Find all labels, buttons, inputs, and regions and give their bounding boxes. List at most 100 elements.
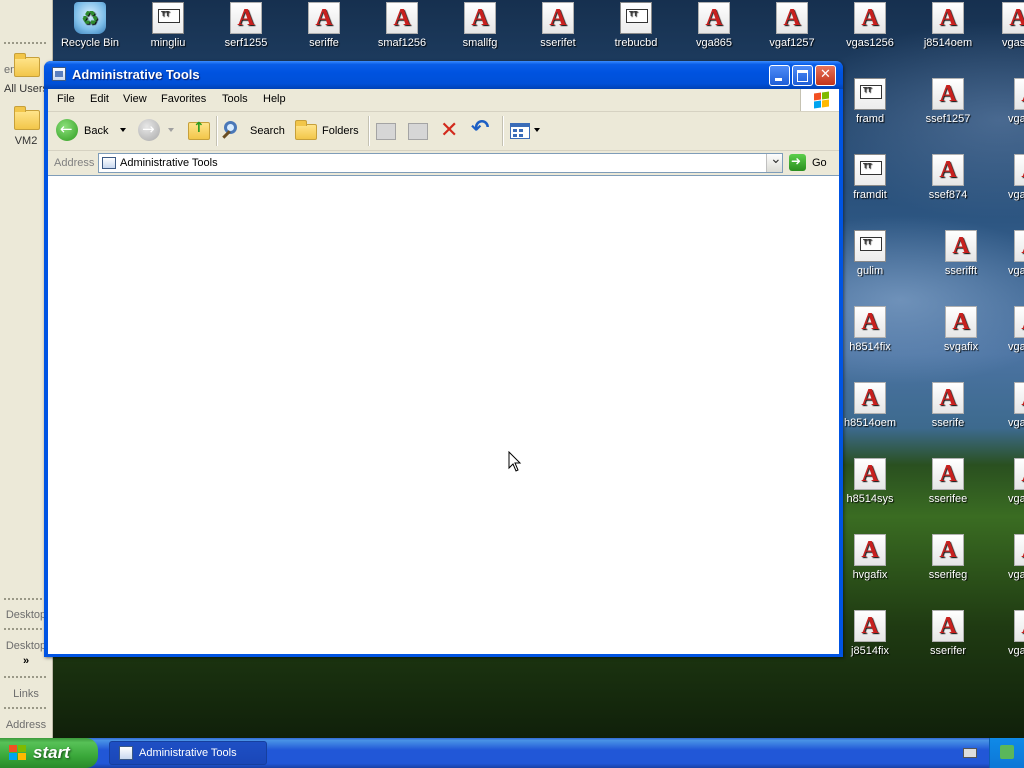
address-bar: Address Administrative Tools Go	[48, 151, 839, 175]
title-bar[interactable]: Administrative Tools ✕	[44, 61, 843, 89]
maximize-button[interactable]	[792, 65, 813, 86]
desktop-icon-j8514oem[interactable]: j8514oem	[909, 2, 987, 62]
control-panel-icon[interactable]	[52, 67, 66, 81]
folder-content-pane[interactable]	[48, 175, 839, 654]
truetype-font-icon	[854, 154, 886, 186]
font-file-icon	[932, 2, 964, 34]
desktop-icon-sserifee[interactable]: sserifee	[909, 458, 987, 518]
back-button[interactable]: ← Back	[56, 118, 126, 144]
desktop-icon-smallfg[interactable]: smallfg	[441, 2, 519, 62]
chevron-down-icon[interactable]	[168, 128, 174, 132]
menu-edit[interactable]: Edit	[90, 93, 109, 105]
windows-logo-icon	[9, 745, 27, 761]
desktop-icon-sserife[interactable]: sserife	[909, 382, 987, 442]
font-file-icon	[945, 230, 977, 262]
menu-favorites[interactable]: Favorites	[161, 93, 206, 105]
desktop-icon-vga-8[interactable]: vga	[1000, 610, 1024, 670]
forward-button[interactable]: →	[138, 118, 178, 144]
desktop-icon-sserifeg[interactable]: sserifeg	[909, 534, 987, 594]
search-button[interactable]: Search	[222, 118, 286, 144]
desktop-icon-vga-4[interactable]: vga	[1000, 306, 1024, 366]
desktop-icon-seriffe[interactable]: seriffe	[285, 2, 363, 62]
delete-icon: ✕	[440, 118, 459, 143]
folders-button[interactable]: Folders	[294, 118, 360, 144]
toolbar-grip[interactable]	[4, 707, 46, 709]
desktop-icon-svgafix[interactable]: svgafix	[922, 306, 1000, 366]
font-file-icon	[1014, 458, 1024, 490]
toolbar-separator	[368, 116, 370, 146]
desktop-icon-vga865[interactable]: vga865	[675, 2, 753, 62]
font-file-icon	[464, 2, 496, 34]
font-file-icon	[1014, 610, 1024, 642]
folder-icon[interactable]	[14, 106, 40, 130]
desktop-icon-vga-6[interactable]: vga	[1000, 458, 1024, 518]
address-toolbar-label[interactable]: Address	[0, 719, 52, 731]
desktop-icon-vga-5[interactable]: vga	[1000, 382, 1024, 442]
desktop-icon-serf1255[interactable]: serf1255	[207, 2, 285, 62]
font-file-icon	[542, 2, 574, 34]
desktop-icon-vgaf1257[interactable]: vgaf1257	[753, 2, 831, 62]
views-button[interactable]	[508, 118, 544, 144]
font-file-icon	[230, 2, 262, 34]
desktop-icon-ssef874[interactable]: ssef874	[909, 154, 987, 214]
folders-icon	[295, 120, 317, 140]
desktop-icon-vga-2[interactable]: vga	[1000, 154, 1024, 214]
forward-arrow-icon: →	[138, 119, 160, 141]
desktop-icon-vga-1[interactable]: vga	[1000, 78, 1024, 138]
up-folder-button[interactable]: ↑	[186, 118, 212, 144]
address-dropdown-button[interactable]	[766, 151, 782, 172]
truetype-font-icon	[620, 2, 652, 34]
links-toolbar-label[interactable]: Links	[0, 688, 52, 700]
font-file-icon	[932, 458, 964, 490]
delete-button[interactable]: ✕	[438, 118, 464, 144]
go-button[interactable]: Go	[789, 153, 833, 173]
font-file-icon	[1014, 534, 1024, 566]
network-icon[interactable]	[1000, 745, 1014, 759]
menu-tools[interactable]: Tools	[222, 93, 248, 105]
keyboard-icon[interactable]	[963, 748, 977, 758]
minimize-icon	[775, 78, 782, 81]
control-panel-icon	[102, 157, 116, 169]
close-button[interactable]: ✕	[815, 65, 836, 86]
desktop-icon-vgas1256[interactable]: vgas1256	[831, 2, 909, 62]
font-file-icon	[308, 2, 340, 34]
desktop-icon-smaf1256[interactable]: smaf1256	[363, 2, 441, 62]
address-label: Address	[54, 157, 95, 169]
menu-view[interactable]: View	[123, 93, 147, 105]
desktop-icon-sserifft[interactable]: sserifft	[922, 230, 1000, 290]
toolbar-grip[interactable]	[4, 676, 46, 678]
desktop-icon-sserifet[interactable]: sserifet	[519, 2, 597, 62]
menu-file[interactable]: File	[57, 93, 75, 105]
start-button[interactable]: start	[0, 738, 98, 768]
address-input[interactable]: Administrative Tools	[98, 151, 783, 173]
chevron-down-icon[interactable]	[120, 128, 126, 132]
desktop-icon-ssef1257[interactable]: ssef1257	[909, 78, 987, 138]
font-file-icon	[932, 382, 964, 414]
truetype-font-icon	[854, 78, 886, 110]
toolbar-grip[interactable]	[4, 628, 46, 630]
font-file-icon	[854, 610, 886, 642]
desktop-icon-sserifer[interactable]: sserifer	[909, 610, 987, 670]
folder-icon[interactable]	[14, 53, 40, 77]
recycle-bin[interactable]: Recycle Bin	[51, 2, 129, 62]
minimize-button[interactable]	[769, 65, 790, 86]
desktop-icon-vgas[interactable]: vgas	[985, 2, 1024, 62]
undo-button[interactable]: ↶	[470, 116, 496, 144]
desktop-icon-trebucbd[interactable]: trebucbd	[597, 2, 675, 62]
desktop-icon-vga-3[interactable]: vga	[1000, 230, 1024, 290]
move-to-button[interactable]	[374, 118, 400, 144]
copy-to-button[interactable]	[406, 118, 432, 144]
desktop-icon-vga-7[interactable]: vga	[1000, 534, 1024, 594]
taskbar-item-administrative-tools[interactable]: Administrative Tools	[109, 741, 267, 765]
chevron-down-icon[interactable]	[534, 128, 540, 132]
search-icon-handle	[222, 130, 231, 139]
views-icon	[510, 123, 530, 139]
font-file-icon	[932, 610, 964, 642]
close-icon: ✕	[820, 67, 831, 82]
control-panel-icon	[119, 746, 133, 760]
toolbar-grip[interactable]	[4, 598, 46, 600]
toolbar-separator	[502, 116, 504, 146]
desktop-icon-mingliu[interactable]: mingliu	[129, 2, 207, 62]
toolbar-grip[interactable]	[4, 42, 46, 44]
menu-help[interactable]: Help	[263, 93, 286, 105]
